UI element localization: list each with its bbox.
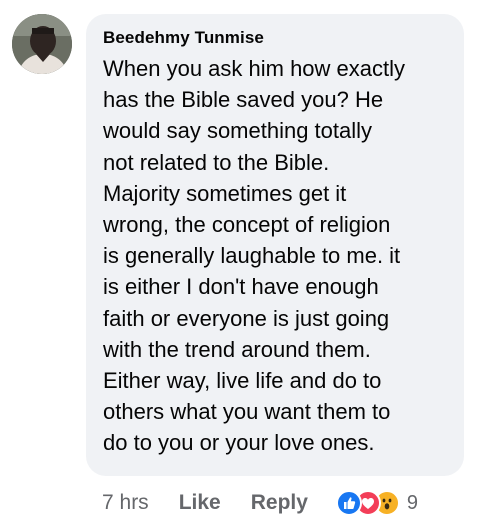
avatar[interactable] (12, 14, 72, 74)
like-button[interactable]: Like (179, 491, 221, 515)
comment-bubble: Beedehmy Tunmise When you ask him how ex… (86, 14, 464, 476)
comment-author[interactable]: Beedehmy Tunmise (103, 28, 448, 48)
comment-actions: 7 hrs Like Reply 9 (102, 488, 418, 518)
reaction-count[interactable]: 9 (407, 492, 418, 515)
comment-text: When you ask him how exactly has the Bib… (103, 56, 406, 456)
reactions-summary[interactable] (335, 490, 400, 516)
reply-button[interactable]: Reply (251, 491, 308, 515)
comment-timestamp[interactable]: 7 hrs (102, 491, 149, 515)
like-icon (335, 490, 362, 516)
